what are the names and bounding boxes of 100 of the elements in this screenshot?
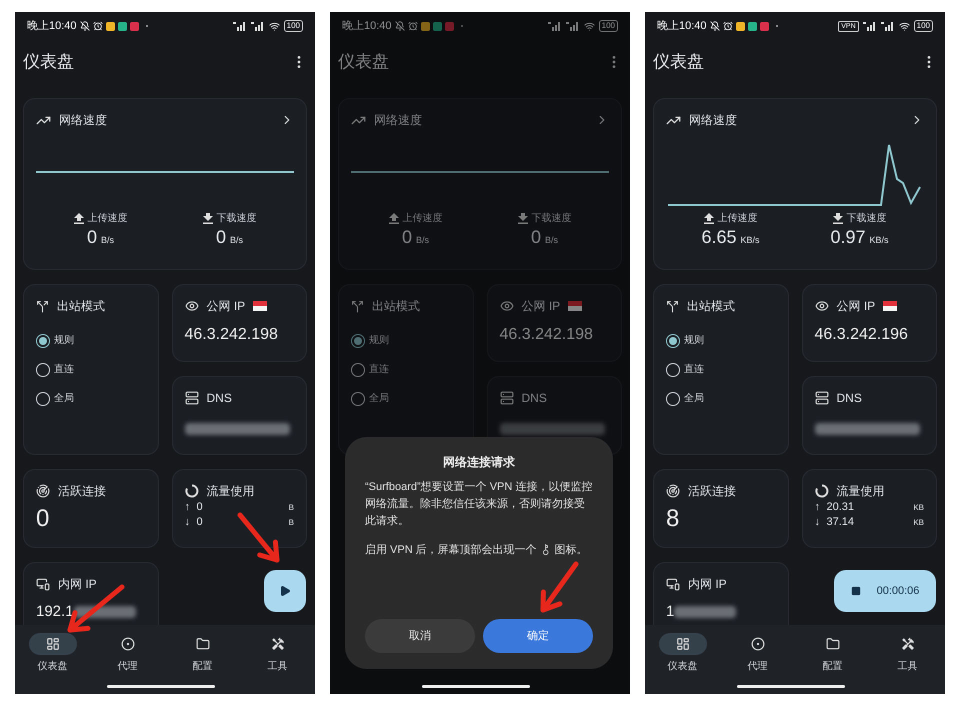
traffic-value: 37.14	[826, 515, 854, 530]
mute-icon	[80, 21, 90, 31]
flag-icon	[568, 301, 582, 311]
status-time: 晚上10:40	[342, 18, 392, 34]
signal-icon	[548, 21, 562, 31]
stat-value: 6.65	[701, 226, 737, 248]
radio-button[interactable]	[36, 392, 50, 406]
upload-icon	[704, 213, 714, 224]
radio-label: 直连	[684, 362, 704, 377]
stat-value: 0	[530, 226, 541, 248]
tools-icon	[270, 637, 284, 651]
split-icon	[666, 300, 679, 312]
server-icon	[184, 391, 198, 405]
confirm-button[interactable]: 确定	[483, 619, 593, 653]
radar-icon	[666, 484, 680, 498]
nav-tab[interactable]: 代理	[720, 633, 795, 694]
card-title: 内网 IP	[688, 576, 727, 593]
stat-label: 上传速度	[718, 212, 758, 226]
traffic-value: 20.31	[826, 500, 854, 515]
nav-tab[interactable]: 仪表盘	[645, 633, 720, 694]
stat-label: 下载速度	[846, 212, 886, 226]
radio-label: 规则	[54, 334, 74, 348]
card-title: 网络速度	[374, 112, 422, 129]
battery-icon: 100	[598, 20, 618, 32]
lan-ip-value: 192.1	[36, 602, 74, 622]
stat-value: 0.97	[830, 226, 866, 248]
page-title: 仪表盘	[653, 51, 704, 74]
radio-label: 全局	[54, 392, 74, 406]
traffic-unit: KB	[913, 517, 924, 529]
dashboard-icon	[46, 637, 60, 651]
stat-value: 0	[402, 226, 412, 248]
status-time: 晚上10:40	[657, 18, 707, 34]
radio-label: 全局	[369, 392, 389, 406]
stat-unit: B/s	[416, 234, 430, 247]
signal-icon	[232, 21, 247, 31]
eye-icon	[184, 299, 198, 313]
traffic-arrow: ↑	[184, 500, 191, 515]
card-title: 活跃连接	[688, 483, 736, 500]
nav-tab[interactable]: 配置	[165, 633, 240, 694]
radio-button[interactable]	[351, 334, 365, 348]
radio-label: 规则	[369, 334, 389, 348]
nav-tab[interactable]: 仪表盘	[15, 633, 90, 694]
public-ip-value: 46.3.242.198	[500, 325, 594, 345]
radio-button[interactable]	[36, 362, 50, 376]
traffic-unit: B	[288, 517, 294, 529]
stat-unit: KB/s	[870, 234, 889, 247]
dialog-note: 图标。	[554, 544, 588, 556]
target-icon	[120, 637, 134, 651]
devices-icon	[666, 577, 680, 591]
radio-button[interactable]	[351, 362, 365, 376]
traffic-arrow: ↑	[814, 500, 821, 515]
radio-button[interactable]	[666, 334, 680, 348]
nav-tab[interactable]: 工具	[240, 633, 315, 694]
signal-icon	[250, 21, 265, 31]
page-title: 仪表盘	[23, 51, 74, 74]
card-title: 网络速度	[59, 112, 107, 129]
speed-card[interactable]: 网络速度 上传速度 0 B/s 下载速度 0 B/s	[338, 98, 622, 270]
card-title: DNS	[836, 390, 862, 407]
radar-icon	[36, 484, 50, 498]
traffic-unit: B	[288, 502, 294, 514]
card-title: 活跃连接	[58, 483, 106, 500]
stat-unit: B/s	[230, 234, 244, 247]
radio-button[interactable]	[666, 392, 680, 406]
radio-label: 规则	[684, 334, 704, 348]
dialog-title: 网络连接请求	[442, 454, 516, 471]
radio-button[interactable]	[36, 334, 50, 348]
devices-icon	[36, 577, 50, 591]
stat-label: 上传速度	[88, 212, 128, 226]
speed-card[interactable]: 网络速度 上传速度 6.65 KB/s 下载速度 0.97 KB/s	[653, 98, 937, 270]
flag-icon	[883, 301, 898, 311]
radio-button[interactable]	[666, 362, 680, 376]
card-title: 流量使用	[206, 483, 254, 500]
redacted-value	[674, 606, 736, 618]
start-button[interactable]	[264, 570, 306, 612]
traffic-value: 0	[196, 515, 203, 530]
upload-icon	[388, 213, 398, 224]
alarm-icon	[92, 21, 103, 31]
card-title: 网络速度	[689, 112, 737, 129]
dialog-note: 启用 VPN 后，屏幕顶部会出现一个	[365, 544, 537, 556]
radio-button[interactable]	[351, 392, 365, 406]
card-title: 内网 IP	[58, 576, 97, 593]
cancel-button[interactable]: 取消	[365, 619, 475, 653]
split-icon	[36, 300, 49, 312]
traffic-arrow: ↓	[814, 515, 821, 530]
speed-card[interactable]: 网络速度 上传速度 0 B/s 下载速度 0 B/s	[23, 98, 307, 270]
card-title: 出站模式	[372, 298, 420, 315]
traffic-unit: KB	[913, 502, 924, 514]
stop-icon	[850, 586, 861, 596]
stop-button[interactable]: 00:00:06	[834, 570, 936, 612]
signal-icon	[862, 21, 877, 31]
wifi-icon	[898, 20, 910, 32]
nav-tab[interactable]: 工具	[870, 633, 945, 694]
server-icon	[500, 391, 514, 405]
download-icon	[202, 213, 212, 224]
eye-icon	[500, 299, 514, 313]
lan-ip-value: 1	[666, 602, 674, 622]
card-title: DNS	[206, 390, 232, 407]
nav-tab[interactable]: 配置	[795, 633, 870, 694]
nav-tab[interactable]: 代理	[90, 633, 165, 694]
card-title: DNS	[522, 390, 547, 407]
